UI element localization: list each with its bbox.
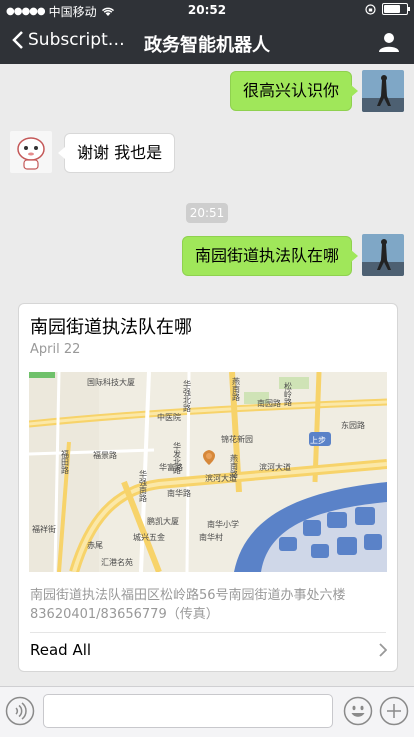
map-label: 南华小学 (207, 519, 239, 529)
status-bar: ●●●●● 中国移动 20:52 (0, 0, 414, 20)
emoji-button[interactable] (343, 696, 373, 730)
message-input[interactable] (43, 694, 333, 728)
map-label: 燕南路 (230, 453, 239, 478)
battery-icon (382, 3, 410, 15)
person-icon (379, 33, 399, 52)
my-avatar[interactable] (362, 234, 404, 276)
more-button[interactable] (379, 696, 409, 730)
bot-avatar[interactable] (10, 131, 52, 173)
map-label: 中医院 (157, 412, 181, 422)
map-label: 南园路 (257, 398, 281, 408)
card-title: 南园街道执法队在哪 (30, 317, 192, 338)
voice-button[interactable] (5, 696, 35, 730)
message-bubble-sent[interactable]: 很高兴认识你 (230, 71, 359, 111)
card-date: April 22 (30, 342, 81, 357)
map-label: 南华路 (167, 488, 191, 498)
map-label: 福景路 (93, 450, 117, 460)
map-label: 松岭路 (284, 381, 293, 406)
map-label: 国际科技大厦 (87, 377, 135, 387)
chat-area[interactable]: 很高兴认识你 谢谢 我也是 20:51 南园街道执法队在哪 南园街道执法队在哪 … (0, 64, 414, 686)
map-label: 城兴五金 (133, 532, 165, 542)
map-label: 华强南路 (139, 469, 148, 502)
input-bar (0, 686, 414, 737)
map-label: 滨河大道 (259, 462, 291, 472)
map-label: 福祥街 (32, 524, 56, 534)
read-all-link[interactable]: Read All (30, 641, 91, 659)
map-label: 南华村 (199, 532, 223, 542)
profile-button[interactable] (378, 31, 400, 57)
map-label: 华发北路 (173, 441, 182, 474)
voice-icon (5, 696, 35, 726)
message-timestamp: 20:51 (186, 203, 228, 223)
map-label: 福田路 (61, 450, 70, 474)
map-label: 锦花新园 (221, 434, 253, 444)
map-label: 东园路 (341, 420, 365, 430)
message-bubble-sent[interactable]: 南园街道执法队在哪 (182, 236, 359, 276)
chat-title: 政务智能机器人 (144, 35, 270, 56)
emoji-icon (343, 696, 373, 726)
map-label: 华强北路 (183, 379, 192, 412)
my-avatar[interactable] (362, 70, 404, 112)
chevron-right-icon (379, 643, 387, 657)
map-label: 赤尾 (87, 541, 103, 550)
message-bubble-received[interactable]: 谢谢 我也是 (57, 133, 176, 173)
map-label: 汇港名苑 (101, 557, 133, 567)
status-time: 20:52 (187, 3, 227, 17)
map-image: 国际科技大厦 中医院 锦花新园 南园路 东园路 福景路 华富路 滨河大道 滨河大… (29, 372, 387, 572)
map-label: 鹏凯大厦 (147, 516, 179, 526)
card-divider (30, 632, 386, 633)
nav-bar: Subscript… 政务智能机器人 (0, 20, 414, 64)
card-description: 南园街道执法队福田区松岭路56号南园街道办事处六楼83620401/836567… (30, 588, 346, 622)
map-label: 上步 (310, 436, 326, 445)
plus-icon (379, 696, 409, 726)
article-card[interactable]: 南园街道执法队在哪 April 22 国际科技大厦 中医院 锦花新园 南园路 东… (18, 303, 398, 672)
map-label: 燕南路 (232, 376, 241, 401)
rotation-lock-icon (365, 3, 376, 15)
